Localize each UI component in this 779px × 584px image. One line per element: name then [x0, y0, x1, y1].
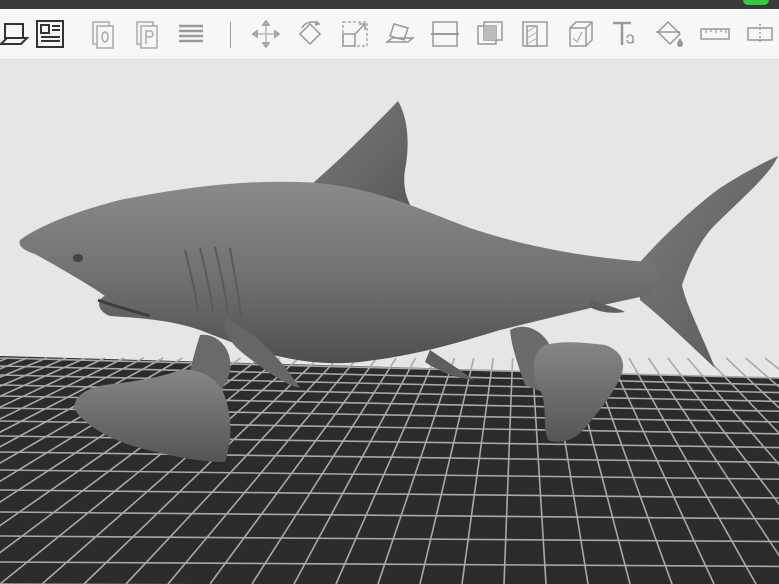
3d-viewport[interactable]: [0, 60, 779, 584]
rotate-icon: [298, 20, 322, 46]
mirror-icon: [747, 24, 773, 44]
cut-button[interactable]: [428, 17, 462, 51]
text-button[interactable]: [608, 17, 642, 51]
scene-canvas: [0, 101, 779, 584]
add-box-button[interactable]: [563, 17, 597, 51]
object-info-icon: [92, 21, 114, 49]
mirror-button[interactable]: [743, 17, 777, 51]
paint-supports-button[interactable]: [653, 17, 687, 51]
layers-icon: [179, 24, 203, 43]
cut-icon: [431, 21, 459, 47]
drain-holes-icon: [522, 21, 548, 47]
drain-holes-button[interactable]: [518, 17, 552, 51]
slice-preview-icon: [0, 23, 30, 45]
add-box-icon: [569, 21, 593, 47]
print-button[interactable]: [130, 17, 164, 51]
text-icon: [613, 21, 634, 45]
layout-view-button[interactable]: [33, 17, 67, 51]
main-toolbar: [0, 9, 779, 60]
status-indicator: [743, 0, 769, 5]
object-info-button[interactable]: [86, 17, 120, 51]
scale-button[interactable]: [338, 17, 372, 51]
slice-preview-button[interactable]: [0, 17, 32, 51]
ruler-icon: [700, 28, 730, 40]
title-strip: [0, 0, 779, 9]
paint-supports-icon: [656, 20, 683, 47]
lay-flat-icon: [384, 23, 416, 43]
hollow-icon: [477, 21, 503, 45]
scale-icon: [342, 21, 368, 47]
move-icon: [251, 19, 281, 49]
move-button[interactable]: [249, 17, 283, 51]
lay-flat-button[interactable]: [383, 17, 417, 51]
hollow-button[interactable]: [473, 17, 507, 51]
rotate-button[interactable]: [293, 17, 327, 51]
toolbar-separator: [230, 22, 231, 48]
layout-view-icon: [36, 20, 64, 48]
ruler-button[interactable]: [698, 17, 732, 51]
layers-button[interactable]: [174, 17, 208, 51]
print-icon: [136, 21, 158, 49]
